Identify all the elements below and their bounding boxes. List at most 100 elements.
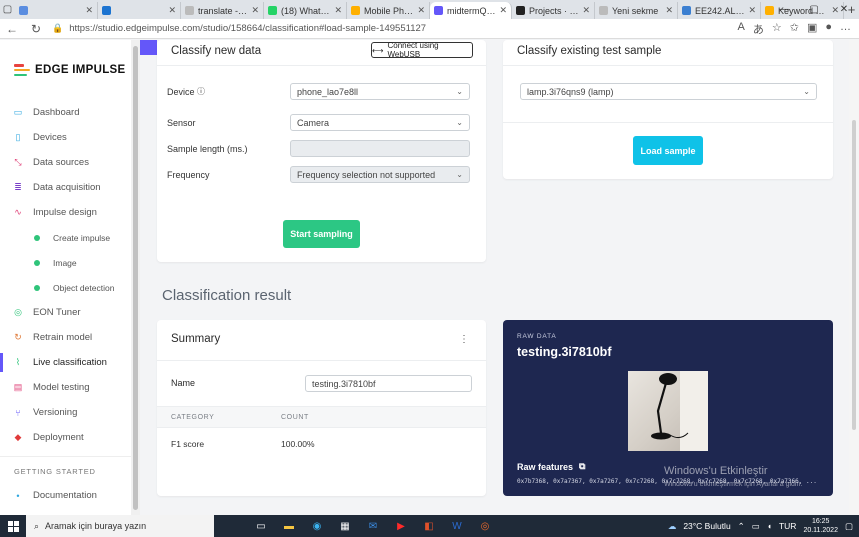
classify-existing-card: Classify existing test sample lamp.3i76q… <box>503 40 833 179</box>
browser-tab[interactable]: EE242.ALL: Mi✕ <box>678 2 761 19</box>
clock[interactable]: 16:25 20.11.2022 <box>803 517 838 535</box>
brand-logo[interactable]: EDGE IMPULSE <box>0 40 139 84</box>
sidebar-item-label: Object detection <box>53 282 115 293</box>
notifications-icon[interactable]: ▢ <box>845 521 853 532</box>
url-field[interactable]: 🔒 https://studio.edgeimpulse.com/studio/… <box>52 23 738 34</box>
sidebar-item-retrain-model[interactable]: ↻ Retrain model <box>0 325 139 350</box>
chevron-down-icon: ⌄ <box>456 170 463 179</box>
sidebar-item-data-sources[interactable]: ⤡ Data sources <box>0 150 139 175</box>
sample-image <box>628 371 708 451</box>
sidebar-item-eon-tuner[interactable]: ◎ EON Tuner <box>0 300 139 325</box>
sidebar-item-deployment[interactable]: ◆ Deployment <box>0 425 139 450</box>
tab-close-icon[interactable]: ✕ <box>85 5 93 16</box>
translate-icon[interactable]: あ <box>753 21 764 37</box>
sidebar-item-label: Versioning <box>33 407 78 418</box>
youtube-icon[interactable]: ▶ <box>390 515 412 537</box>
back-icon[interactable]: ← <box>0 22 24 36</box>
sidebar-item-devices[interactable]: ▯ Devices <box>0 125 139 150</box>
sidebar: EDGE IMPULSE ▭ Dashboard ▯ Devices ⤡ Data sou… <box>0 40 140 515</box>
weather-icon[interactable]: ☁ <box>668 521 677 532</box>
taskbar-search[interactable]: ⌕ Aramak için buraya yazın <box>26 515 214 537</box>
frequency-select[interactable]: Frequency selection not supported ⌄ <box>290 166 470 183</box>
browser-tab[interactable]: Yeni sekme ✕ <box>595 2 678 19</box>
task-view-icon[interactable]: ▭ <box>250 515 272 537</box>
windows-start-icon[interactable] <box>0 515 26 537</box>
sidebar-item-impulse-design[interactable]: ∿ Impulse design <box>0 200 139 225</box>
reload-icon[interactable]: ↻ <box>24 22 48 36</box>
start-sampling-button[interactable]: Start sampling <box>283 220 360 248</box>
help-icon[interactable]: ⓘ <box>197 86 205 97</box>
tab-close-icon[interactable]: ✕ <box>665 5 673 16</box>
browser-tab[interactable]: Mobile Phone ✕ <box>347 2 430 19</box>
tab-actions-icon[interactable]: ▢ <box>0 0 15 19</box>
tab-close-icon[interactable]: ✕ <box>748 5 756 16</box>
sidebar-item-data-acquisition[interactable]: ≣ Data acquisition <box>0 175 139 200</box>
mail-icon[interactable]: ✉ <box>362 515 384 537</box>
maximize-icon[interactable]: ▢ <box>799 0 829 19</box>
test-sample-select[interactable]: lamp.3i76qns9 (lamp) ⌄ <box>520 83 817 100</box>
classify-existing-title: Classify existing test sample <box>517 45 662 57</box>
browser-tab[interactable]: Projects · midt✕ <box>512 2 595 19</box>
network-icon[interactable]: ▭ <box>752 521 760 532</box>
column-count: COUNT <box>281 414 309 421</box>
sample-length-input[interactable] <box>290 140 470 157</box>
tuner-icon: ◎ <box>14 307 22 317</box>
sidebar-item-live-classification[interactable]: ⌇ Live classification <box>0 350 139 375</box>
tray-chevron-icon[interactable]: ⌃ <box>738 521 745 532</box>
copy-icon[interactable]: ⧉ <box>579 461 585 472</box>
file-explorer-icon[interactable]: ▬ <box>278 515 300 537</box>
favorites-bar-icon[interactable]: ✩ <box>790 21 799 37</box>
sidebar-subitem-object-detection[interactable]: Object detection <box>0 275 139 300</box>
connect-webusb-button[interactable]: ⟷ Connect using WebUSB <box>371 41 473 59</box>
sidebar-item-label: EON Tuner <box>33 307 81 318</box>
favorite-icon[interactable]: ☆ <box>772 21 782 37</box>
profile-icon[interactable]: ● <box>825 21 832 37</box>
sample-length-label: Sample length (ms.) <box>167 143 248 154</box>
sidebar-item-label: Data sources <box>33 157 89 168</box>
close-window-icon[interactable]: ✕ <box>829 0 859 19</box>
page-scrollbar[interactable] <box>849 40 859 515</box>
tab-label: Mobile Phone <box>364 5 415 16</box>
tab-favicon-icon <box>682 6 691 15</box>
sidebar-item-documentation[interactable]: • Documentation <box>0 483 139 508</box>
app-icon[interactable]: ◎ <box>474 515 496 537</box>
tab-close-icon[interactable]: ✕ <box>334 5 342 16</box>
url-text: https://studio.edgeimpulse.com/studio/15… <box>69 23 427 34</box>
documentation-icon: • <box>16 490 20 501</box>
weather-text[interactable]: 23°C Bulutlu <box>683 521 730 531</box>
search-icon: ⌕ <box>34 520 40 531</box>
browser-tab[interactable]: (18) WhatsApp✕ <box>264 2 347 19</box>
sidebar-item-label: Live classification <box>33 357 107 368</box>
read-aloud-icon[interactable]: A <box>738 21 745 37</box>
menu-icon[interactable]: … <box>840 21 851 37</box>
tab-close-icon[interactable]: ✕ <box>251 5 259 16</box>
sidebar-item-versioning[interactable]: ⑂ Versioning <box>0 400 139 425</box>
sidebar-subitem-create-impulse[interactable]: Create impulse <box>0 225 139 250</box>
language-indicator[interactable]: TUR <box>779 521 796 531</box>
tab-close-icon[interactable]: ✕ <box>499 5 507 16</box>
device-select[interactable]: phone_lao7e8ll ⌄ <box>290 83 470 100</box>
more-options-icon[interactable]: ⋮ <box>459 334 469 345</box>
sidebar-item-model-testing[interactable]: ▤ Model testing <box>0 375 139 400</box>
office-icon[interactable]: ◧ <box>418 515 440 537</box>
column-category: CATEGORY <box>171 414 215 421</box>
word-icon[interactable]: W <box>446 515 468 537</box>
sidebar-item-dashboard[interactable]: ▭ Dashboard <box>0 100 139 125</box>
collections-icon[interactable]: ▣ <box>807 21 817 37</box>
sidebar-subitem-image[interactable]: Image <box>0 250 139 275</box>
tab-close-icon[interactable]: ✕ <box>582 5 590 16</box>
sensor-select[interactable]: Camera ⌄ <box>290 114 470 131</box>
sample-name-input[interactable]: testing.3i7810bf <box>305 375 472 392</box>
load-sample-button[interactable]: Load sample <box>633 136 703 165</box>
tab-close-icon[interactable]: ✕ <box>168 5 176 16</box>
store-icon[interactable]: ▦ <box>334 515 356 537</box>
browser-tab[interactable]: ✕ <box>98 2 181 19</box>
sidebar-scrollbar[interactable] <box>131 40 140 515</box>
volume-icon[interactable]: ◖ <box>767 521 772 531</box>
minimize-icon[interactable]: — <box>769 0 799 19</box>
browser-tab[interactable]: translate - Goo✕ <box>181 2 264 19</box>
browser-tab[interactable]: midtermQ1.4 -✕ <box>430 2 512 19</box>
tab-close-icon[interactable]: ✕ <box>417 5 425 16</box>
edge-browser-icon[interactable]: ◉ <box>306 515 328 537</box>
browser-tab[interactable]: ✕ <box>15 2 98 19</box>
